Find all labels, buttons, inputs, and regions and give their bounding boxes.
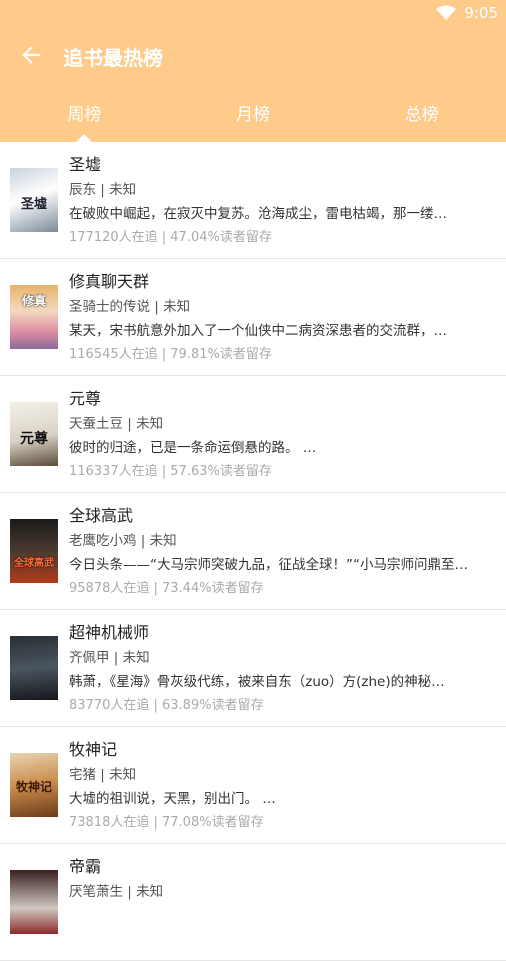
tab-monthly[interactable]: 月榜 (169, 100, 338, 130)
book-cover: 全球高武 (10, 519, 58, 583)
back-arrow-icon[interactable] (18, 42, 44, 68)
book-description (69, 904, 492, 928)
book-info: 圣墟 辰东 | 未知 在破败中崛起，在寂灭中复苏。沧海成尘，雷电枯竭，那一缕… … (69, 152, 492, 250)
book-cover (10, 636, 58, 700)
status-icons: 9:05 (436, 4, 498, 22)
book-title: 牧神记 (69, 740, 118, 759)
book-author: 齐佩甲 | 未知 (69, 650, 150, 666)
list-item[interactable]: 全球高武 全球高武 老鹰吃小鸡 | 未知 今日头条——“大马宗师突破九品，征战全… (0, 493, 506, 610)
book-stats: 116545人在追 | 79.81%读者留存 (69, 347, 272, 362)
book-cover: 圣墟 (10, 168, 58, 232)
book-author: 厌笔萧生 | 未知 (69, 884, 164, 900)
book-author: 天蚕土豆 | 未知 (69, 416, 164, 432)
book-author: 辰东 | 未知 (69, 182, 137, 198)
book-description: 在破败中崛起，在寂灭中复苏。沧海成尘，雷电枯竭，那一缕… (69, 206, 447, 222)
list-item[interactable]: 帝霸 厌笔萧生 | 未知 (0, 844, 506, 961)
book-author: 圣骑士的传说 | 未知 (69, 299, 191, 315)
book-stats: 95878人在追 | 73.44%读者留存 (69, 581, 264, 596)
book-description: 大墟的祖训说，天黑，别出门。 … (69, 791, 276, 807)
book-description: 今日头条——“大马宗师突破九品，征战全球！”“小马宗师问鼎至… (69, 557, 468, 573)
book-cover: 牧神记 (10, 753, 58, 817)
toolbar: 追书最热榜 (0, 36, 506, 76)
book-info: 元尊 天蚕土豆 | 未知 彼时的归途，已是一条命运倒悬的路。 … 116337人… (69, 386, 492, 484)
book-description: 彼时的归途，已是一条命运倒悬的路。 … (69, 440, 317, 456)
book-title: 全球高武 (69, 506, 134, 525)
book-author: 老鹰吃小鸡 | 未知 (69, 533, 177, 549)
book-stats: 116337人在追 | 57.63%读者留存 (69, 464, 272, 479)
book-description: 某天，宋书航意外加入了一个仙侠中二病资深患者的交流群，… (69, 323, 447, 339)
book-stats: 177120人在追 | 47.04%读者留存 (69, 230, 272, 245)
book-info: 帝霸 厌笔萧生 | 未知 (69, 854, 492, 952)
book-author: 宅猪 | 未知 (69, 767, 137, 783)
book-info: 全球高武 老鹰吃小鸡 | 未知 今日头条——“大马宗师突破九品，征战全球！”“小… (69, 503, 492, 601)
status-time: 9:05 (464, 4, 498, 22)
cover-title: 圣墟 (20, 197, 47, 212)
tab-weekly[interactable]: 周榜 (0, 100, 169, 142)
book-cover: 修真 (10, 285, 58, 349)
list-item[interactable]: 修真 修真聊天群 圣骑士的传说 | 未知 某天，宋书航意外加入了一个仙侠中二病资… (0, 259, 506, 376)
book-info: 牧神记 宅猪 | 未知 大墟的祖训说，天黑，别出门。 … 73818人在追 | … (69, 737, 492, 835)
book-description: 韩萧，《星海》骨灰级代练，被来自东（zuo）方(zhe)的神秘… (69, 674, 445, 690)
tab-overall[interactable]: 总榜 (337, 100, 506, 130)
list-item[interactable]: 超神机械师 齐佩甲 | 未知 韩萧，《星海》骨灰级代练，被来自东（zuo）方(z… (0, 610, 506, 727)
book-list: 圣墟 圣墟 辰东 | 未知 在破败中崛起，在寂灭中复苏。沧海成尘，雷电枯竭，那一… (0, 142, 506, 961)
status-bar: 9:05 (0, 0, 506, 28)
cover-title: 元尊 (20, 431, 48, 447)
app-header: 9:05 追书最热榜 周榜 月榜 总榜 (0, 0, 506, 142)
book-title: 超神机械师 (69, 623, 150, 642)
book-title: 元尊 (69, 389, 102, 408)
page-title: 追书最热榜 (63, 46, 163, 70)
book-title: 修真聊天群 (69, 272, 150, 291)
cover-title: 修真 (21, 294, 46, 308)
cover-title: 全球高武 (14, 558, 54, 569)
tab-label: 总榜 (404, 105, 439, 125)
list-item[interactable]: 元尊 元尊 天蚕土豆 | 未知 彼时的归途，已是一条命运倒悬的路。 … 1163… (0, 376, 506, 493)
active-tab-indicator (76, 134, 93, 142)
book-info: 超神机械师 齐佩甲 | 未知 韩萧，《星海》骨灰级代练，被来自东（zuo）方(z… (69, 620, 492, 718)
wifi-icon (436, 5, 457, 20)
list-item[interactable]: 圣墟 圣墟 辰东 | 未知 在破败中崛起，在寂灭中复苏。沧海成尘，雷电枯竭，那一… (0, 142, 506, 259)
book-title: 圣墟 (69, 155, 102, 174)
cover-title: 牧神记 (15, 780, 52, 794)
book-cover: 元尊 (10, 402, 58, 466)
book-stats: 83770人在追 | 63.89%读者留存 (69, 698, 264, 713)
book-stats: 73818人在追 | 77.08%读者留存 (69, 815, 264, 830)
tab-label: 周榜 (67, 105, 102, 125)
book-stats (69, 928, 492, 952)
book-info: 修真聊天群 圣骑士的传说 | 未知 某天，宋书航意外加入了一个仙侠中二病资深患者… (69, 269, 492, 367)
list-item[interactable]: 牧神记 牧神记 宅猪 | 未知 大墟的祖训说，天黑，别出门。 … 73818人在… (0, 727, 506, 844)
tab-bar: 周榜 月榜 总榜 (0, 100, 506, 142)
book-cover (10, 870, 58, 934)
book-title: 帝霸 (69, 857, 102, 876)
tab-label: 月榜 (236, 105, 270, 125)
